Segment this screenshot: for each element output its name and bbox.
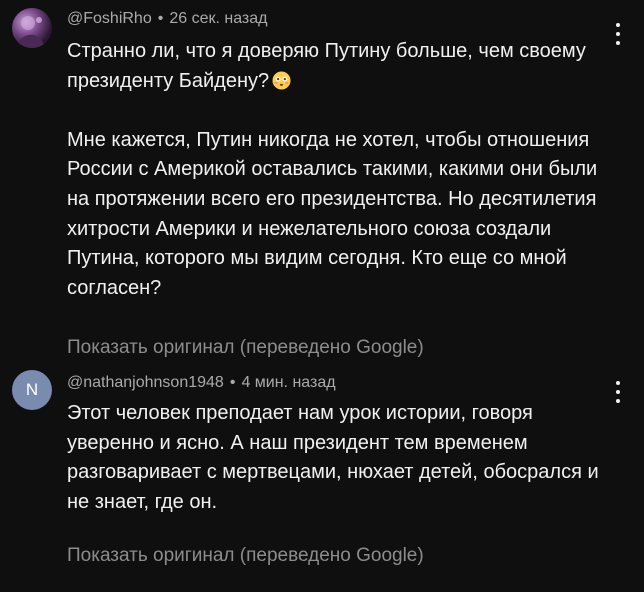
comment-body: Странно ли, что я доверяю Путину больше,… [67,37,607,303]
comment-author[interactable]: @nathanjohnson1948 [67,374,224,391]
meta-separator: • [229,374,236,391]
comment-body: Этот человек преподает нам урок истории,… [67,399,607,517]
comment-paragraph: Странно ли, что я доверяю Путину больше,… [67,40,586,92]
comment-paragraph: Мне кажется, Путин никогда не хотел, что… [67,128,598,299]
comment-time[interactable]: 26 сек. назад [169,10,267,27]
show-original-link[interactable]: Показать оригинал (переведено Google) [67,545,424,567]
comment-meta: @nathanjohnson1948 • 4 мин. назад [67,374,336,392]
avatar-letter: N [25,380,39,399]
avatar[interactable]: N [12,370,52,410]
meta-separator: • [157,10,164,27]
comment-paragraph: Этот человек преподает нам урок истории,… [67,402,599,513]
show-original-link[interactable]: Показать оригинал (переведено Google) [67,337,424,359]
flushed-face-emoji [272,71,291,90]
comment-time[interactable]: 4 мин. назад [241,374,335,391]
avatar[interactable] [12,8,52,48]
more-options-icon[interactable] [612,381,624,403]
comment-meta: @FoshiRho • 26 сек. назад [67,10,267,28]
avatar-image-icon [16,16,46,48]
comment-author[interactable]: @FoshiRho [67,10,152,27]
more-options-icon[interactable] [612,23,624,45]
